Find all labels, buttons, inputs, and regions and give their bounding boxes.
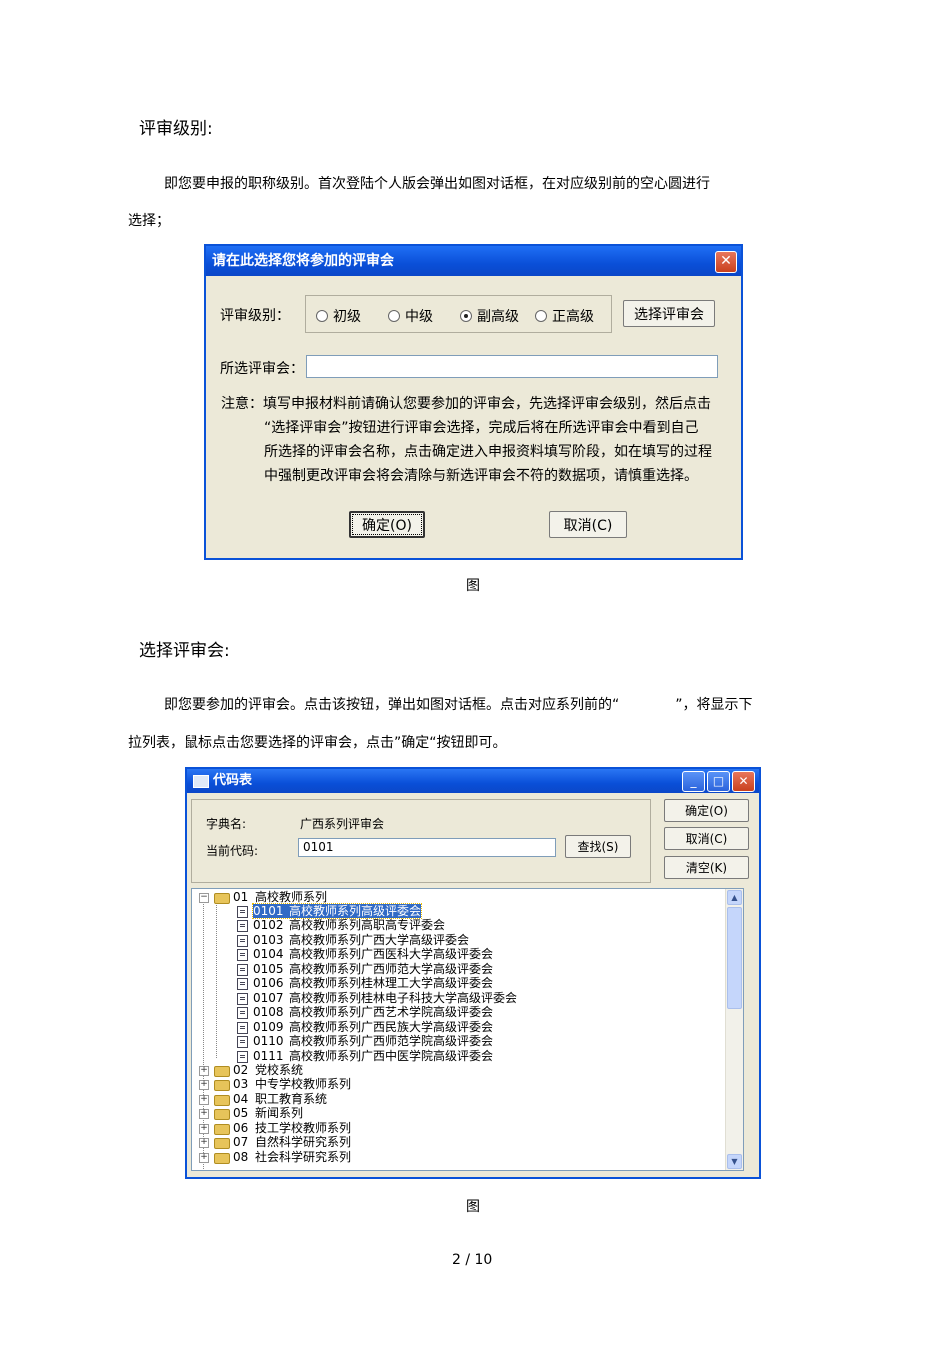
tree-node-05[interactable]: 05 新闻系列 [233, 1106, 303, 1120]
search-panel: 字典名: 广西系列评审会 当前代码: 0101 查找(S) [191, 799, 651, 883]
tree-node-0110[interactable]: 0110 高校教师系列广西师范学院高级评委会 [253, 1034, 493, 1048]
expand-icon[interactable]: + [199, 1066, 209, 1076]
ok-button[interactable]: 确定(O) [349, 511, 425, 538]
tree-connector [216, 901, 217, 1058]
folder-icon [214, 1109, 230, 1120]
close-icon[interactable]: ✕ [732, 771, 755, 792]
expand-icon[interactable]: + [199, 1080, 209, 1090]
tree-node-0106[interactable]: 0106 高校教师系列桂林理工大学高级评委会 [253, 976, 493, 990]
page-number: 2 / 10 [452, 1252, 493, 1268]
note-line: “选择评审会”按钮进行评审会选择，完成后将在所选评审会中看到自己 [264, 420, 699, 436]
expand-icon[interactable]: + [199, 1095, 209, 1105]
note-line: 中强制更改评审会将会清除与新选评审会不符的数据项，请慎重选择。 [264, 468, 698, 484]
folder-icon [214, 1080, 230, 1091]
tree-node-0104[interactable]: 0104 高校教师系列广西医科大学高级评委会 [253, 947, 493, 961]
radio-junior[interactable]: 初级 [316, 306, 361, 326]
note-line: 所选择的评审会名称，点击确定进入申报资料填写阶段，如在填写的过程 [264, 444, 712, 460]
radio-checked-icon [460, 310, 472, 322]
radio-circle-icon [388, 310, 400, 322]
tree-node-07[interactable]: 07 自然科学研究系列 [233, 1135, 351, 1149]
scroll-up-icon[interactable]: ▲ [727, 890, 742, 905]
expand-icon[interactable]: + [199, 1153, 209, 1163]
radio-associate-senior[interactable]: 副高级 [460, 306, 519, 326]
cancel-button[interactable]: 取消(C) [664, 827, 749, 850]
tree-node-04[interactable]: 04 职工教育系统 [233, 1092, 327, 1106]
tree-node-0101[interactable]: 0101 高校教师系列高级评委会 [251, 903, 423, 919]
paragraph-line: 选择； [128, 213, 170, 229]
tree-node-0105[interactable]: 0105 高校教师系列广西师范大学高级评委会 [253, 962, 493, 976]
dialog-title: 代码表 [187, 769, 759, 793]
current-code-label: 当前代码: [206, 844, 259, 858]
document-icon [237, 993, 248, 1005]
tree-node-0107[interactable]: 0107 高校教师系列桂林电子科技大学高级评委会 [253, 991, 517, 1005]
paragraph-line: 拉列表，鼠标点击您要选择的评审会，点击”确定“按钮即可。 [128, 735, 507, 751]
folder-icon [214, 1124, 230, 1135]
tree-node-08[interactable]: 08 社会科学研究系列 [233, 1150, 351, 1164]
current-code-input[interactable]: 0101 [298, 838, 556, 857]
select-review-level-dialog: 请在此选择您将参加的评审会 ✕ 评审级别： 初级 中级 副高级 正高级 选择评审… [204, 244, 743, 560]
collapse-icon[interactable]: − [199, 893, 209, 903]
document-icon [237, 906, 248, 918]
dict-name-value: 广西系列评审会 [300, 817, 385, 831]
note-line: 注意：填写申报材料前请确认您要参加的评审会，先选择评审会级别，然后点击 [221, 396, 711, 412]
window-icon [193, 775, 209, 788]
clear-button[interactable]: 清空(K) [664, 856, 749, 879]
folder-icon [214, 1066, 230, 1077]
scroll-thumb[interactable] [727, 907, 742, 1009]
expand-icon[interactable]: + [199, 1124, 209, 1134]
review-level-radio-group: 初级 中级 副高级 正高级 [305, 295, 612, 333]
document-icon [237, 964, 248, 976]
tree-node-06[interactable]: 06 技工学校教师系列 [233, 1121, 351, 1135]
section-heading-review-level: 评审级别: [139, 119, 213, 139]
vertical-scrollbar[interactable]: ▲ ▼ [725, 889, 743, 1170]
document-icon [237, 1051, 248, 1063]
radio-intermediate[interactable]: 中级 [388, 306, 433, 326]
tree-node-0109[interactable]: 0109 高校教师系列广西民族大学高级评委会 [253, 1020, 493, 1034]
paragraph-line: 即您要参加的评审会。点击该按钮，弹出如图对话框。点击对应系列前的“ ”，将显示下 [164, 697, 753, 713]
tree-node-0102[interactable]: 0102 高校教师系列高职高专评委会 [253, 918, 445, 932]
selected-board-label: 所选评审会： [220, 361, 304, 377]
section-heading-select-board: 选择评审会: [139, 641, 230, 661]
document-icon [237, 920, 248, 932]
dict-name-label: 字典名: [206, 817, 247, 831]
folder-icon [214, 1095, 230, 1106]
radio-circle-icon [535, 310, 547, 322]
document-icon [237, 978, 248, 990]
scroll-down-icon[interactable]: ▼ [727, 1154, 742, 1169]
document-icon [237, 1022, 248, 1034]
radio-senior[interactable]: 正高级 [535, 306, 594, 326]
tree-node-0111[interactable]: 0111 高校教师系列广西中医学院高级评委会 [253, 1049, 493, 1063]
tree-node-03[interactable]: 03 中专学校教师系列 [233, 1077, 351, 1091]
figure-caption: 图 [466, 578, 480, 594]
figure-caption: 图 [466, 1199, 480, 1215]
tree-node-02[interactable]: 02 党校系统 [233, 1063, 303, 1077]
expand-icon[interactable]: + [199, 1138, 209, 1148]
dialog-title: 请在此选择您将参加的评审会 [206, 246, 741, 276]
select-review-board-button[interactable]: 选择评审会 [623, 300, 715, 327]
expand-icon[interactable]: + [199, 1109, 209, 1119]
code-table-dialog: 代码表 _ □ ✕ 字典名: 广西系列评审会 当前代码: 0101 查找(S) … [185, 767, 761, 1179]
selected-board-field[interactable] [306, 355, 718, 378]
ok-button[interactable]: 确定(O) [664, 799, 749, 822]
find-button[interactable]: 查找(S) [565, 835, 631, 858]
close-icon[interactable]: ✕ [715, 251, 737, 273]
cancel-button[interactable]: 取消(C) [549, 511, 627, 538]
document-icon [237, 1007, 248, 1019]
tree-node-01[interactable]: 01 高校教师系列 [233, 890, 327, 904]
maximize-icon[interactable]: □ [707, 771, 730, 792]
folder-icon [214, 1138, 230, 1149]
review-level-label: 评审级别： [220, 308, 290, 324]
paragraph-line: 即您要申报的职称级别。首次登陆个人版会弹出如图对话框，在对应级别前的空心圆进行 [164, 176, 710, 192]
tree-node-0108[interactable]: 0108 高校教师系列广西艺术学院高级评委会 [253, 1005, 493, 1019]
folder-icon [214, 1153, 230, 1164]
code-tree: − 01 高校教师系列 0101 高校教师系列高级评委会 0102 高校教师系列高职高… [191, 888, 744, 1171]
document-icon [237, 949, 248, 961]
minimize-icon[interactable]: _ [682, 771, 705, 792]
document-icon [237, 935, 248, 947]
radio-circle-icon [316, 310, 328, 322]
folder-icon [214, 893, 230, 904]
tree-node-0103[interactable]: 0103 高校教师系列广西大学高级评委会 [253, 933, 469, 947]
document-icon [237, 1036, 248, 1048]
